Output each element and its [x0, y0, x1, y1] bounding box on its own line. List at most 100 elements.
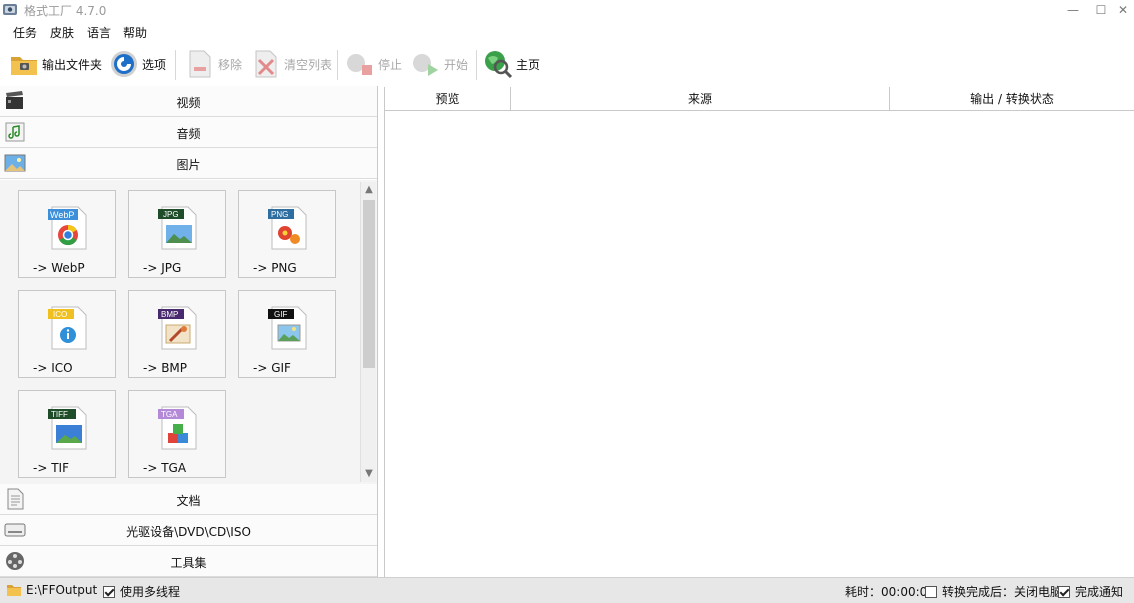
options-button[interactable]: 选项: [108, 46, 166, 82]
menu-bar: 任务 皮肤 语言 帮助: [0, 22, 400, 42]
format-tile-bmp[interactable]: BMP -> BMP: [128, 290, 226, 378]
category-image[interactable]: 图片: [0, 148, 377, 179]
format-tile-tga[interactable]: TGA -> TGA: [128, 390, 226, 478]
category-image-label: 图片: [176, 158, 201, 172]
format-label: -> PNG: [253, 261, 297, 275]
scroll-thumb[interactable]: [363, 200, 375, 368]
notify-checkbox[interactable]: 完成通知: [1058, 583, 1123, 600]
category-rom-label: 光驱设备\DVD\CD\ISO: [126, 525, 251, 539]
svg-text:GIF: GIF: [274, 310, 287, 319]
svg-text:BMP: BMP: [161, 310, 178, 319]
category-video[interactable]: 视频: [0, 86, 377, 117]
after-convert-label: 转换完成后：关闭电脑: [942, 585, 1063, 599]
column-header-source[interactable]: 来源: [511, 87, 890, 111]
toolbar-separator: [337, 50, 338, 80]
status-bar: E:\FFOutput 使用多线程 耗时：00:00:00 转换完成后：关闭电脑…: [0, 577, 1134, 603]
svg-text:TGA: TGA: [161, 410, 178, 419]
title-bar: 格式工厂 4.7.0 — ☐ ✕: [0, 0, 1134, 20]
svg-text:TIFF: TIFF: [51, 410, 68, 419]
format-label: -> GIF: [253, 361, 291, 375]
home-button[interactable]: 主页: [482, 46, 540, 82]
output-folder-label: 输出文件夹: [42, 57, 103, 72]
png-file-icon: PNG: [268, 206, 307, 250]
clear-list-button[interactable]: 清空列表: [250, 46, 332, 82]
elapsed-time-label: 耗时：00:00:00: [845, 585, 935, 599]
output-folder-button[interactable]: 输出文件夹: [8, 46, 102, 82]
minimize-button[interactable]: —: [1058, 0, 1088, 20]
category-video-label: 视频: [176, 96, 201, 110]
format-label: -> BMP: [143, 361, 188, 375]
toolbar: 输出文件夹 选项 移除 清空列表 停止 开始 主页: [0, 44, 1134, 86]
home-globe-icon: [485, 51, 513, 79]
toolbar-separator: [476, 50, 477, 80]
column-header-output-status[interactable]: 输出 / 转换状态: [890, 87, 1134, 111]
format-grid-scrollbar[interactable]: ▲ ▼: [360, 182, 376, 482]
format-tile-gif[interactable]: GIF -> GIF: [238, 290, 336, 378]
start-label: 开始: [444, 57, 469, 72]
format-label: -> JPG: [143, 261, 182, 275]
category-audio-label: 音频: [176, 127, 201, 141]
format-tile-ico[interactable]: ICO -> ICO: [18, 290, 116, 378]
category-tools[interactable]: 工具集: [0, 546, 377, 577]
remove-file-icon: [189, 50, 211, 78]
jpg-file-icon: JPG: [158, 206, 197, 250]
after-convert-check[interactable]: [925, 585, 937, 598]
format-tile-jpg[interactable]: JPG -> JPG: [128, 190, 226, 278]
menu-language[interactable]: 语言: [87, 24, 111, 41]
task-list-panel[interactable]: 预览 来源 输出 / 转换状态: [384, 87, 1134, 577]
after-convert-checkbox[interactable]: 转换完成后：关闭电脑: [925, 583, 1062, 600]
format-tile-webp[interactable]: WebP -> WebP: [18, 190, 116, 278]
tga-file-icon: TGA: [158, 406, 197, 450]
bmp-file-icon: BMP: [158, 306, 197, 350]
multithread-label: 使用多线程: [120, 585, 181, 599]
svg-text:JPG: JPG: [163, 210, 179, 219]
start-icon: [413, 54, 438, 76]
scroll-up-arrow-icon[interactable]: ▲: [361, 182, 377, 198]
toolbar-separator: [175, 50, 176, 80]
notify-label: 完成通知: [1075, 585, 1124, 599]
folder-icon: [11, 57, 37, 75]
category-rom-device[interactable]: 光驱设备\DVD\CD\ISO: [0, 515, 377, 546]
menu-task[interactable]: 任务: [13, 24, 37, 41]
output-path-label: E:\FFOutput: [26, 583, 98, 597]
category-audio[interactable]: 音频: [0, 117, 377, 148]
category-tools-label: 工具集: [170, 556, 207, 570]
clear-list-icon: [255, 50, 277, 78]
options-label: 选项: [142, 57, 167, 72]
start-button[interactable]: 开始: [410, 46, 468, 82]
format-tile-png[interactable]: PNG -> PNG: [238, 190, 336, 278]
folder-icon: [7, 585, 21, 596]
menu-skin[interactable]: 皮肤: [50, 24, 74, 41]
format-label: -> TGA: [143, 461, 187, 475]
image-format-grid: WebP -> WebP JPG -> JPG PNG -> PNG ICO -…: [0, 180, 377, 484]
gif-file-icon: GIF: [268, 306, 307, 350]
notify-check[interactable]: [1058, 585, 1070, 598]
svg-text:PNG: PNG: [271, 210, 288, 219]
format-tile-tif[interactable]: TIFF -> TIF: [18, 390, 116, 478]
output-path[interactable]: E:\FFOutput: [6, 583, 97, 597]
webp-file-icon: WebP: [48, 206, 87, 250]
format-label: -> ICO: [33, 361, 73, 375]
options-gear-icon: [111, 51, 137, 77]
app-logo-icon: [3, 4, 17, 15]
format-label: -> WebP: [33, 261, 85, 275]
scroll-down-arrow-icon[interactable]: ▼: [361, 466, 377, 482]
svg-text:WebP: WebP: [50, 210, 74, 220]
stop-label: 停止: [378, 57, 403, 72]
stop-button[interactable]: 停止: [344, 46, 402, 82]
category-panel: 视频 音频 图片 WebP -> WebP JPG -> JPG PNG -> …: [0, 86, 378, 577]
remove-label: 移除: [218, 57, 243, 72]
elapsed-time: 耗时：00:00:00: [845, 583, 935, 600]
category-document-label: 文档: [176, 494, 201, 508]
multithread-checkbox[interactable]: 使用多线程: [103, 583, 180, 600]
column-header-preview[interactable]: 预览: [385, 87, 511, 111]
multithread-check[interactable]: [103, 585, 115, 598]
format-label: -> TIF: [33, 461, 69, 475]
menu-help[interactable]: 帮助: [123, 24, 147, 41]
close-button[interactable]: ✕: [1108, 0, 1134, 20]
tif-file-icon: TIFF: [48, 406, 87, 450]
clear-list-label: 清空列表: [284, 57, 333, 72]
remove-button[interactable]: 移除: [184, 46, 242, 82]
stop-icon: [347, 54, 372, 75]
category-document[interactable]: 文档: [0, 484, 377, 515]
